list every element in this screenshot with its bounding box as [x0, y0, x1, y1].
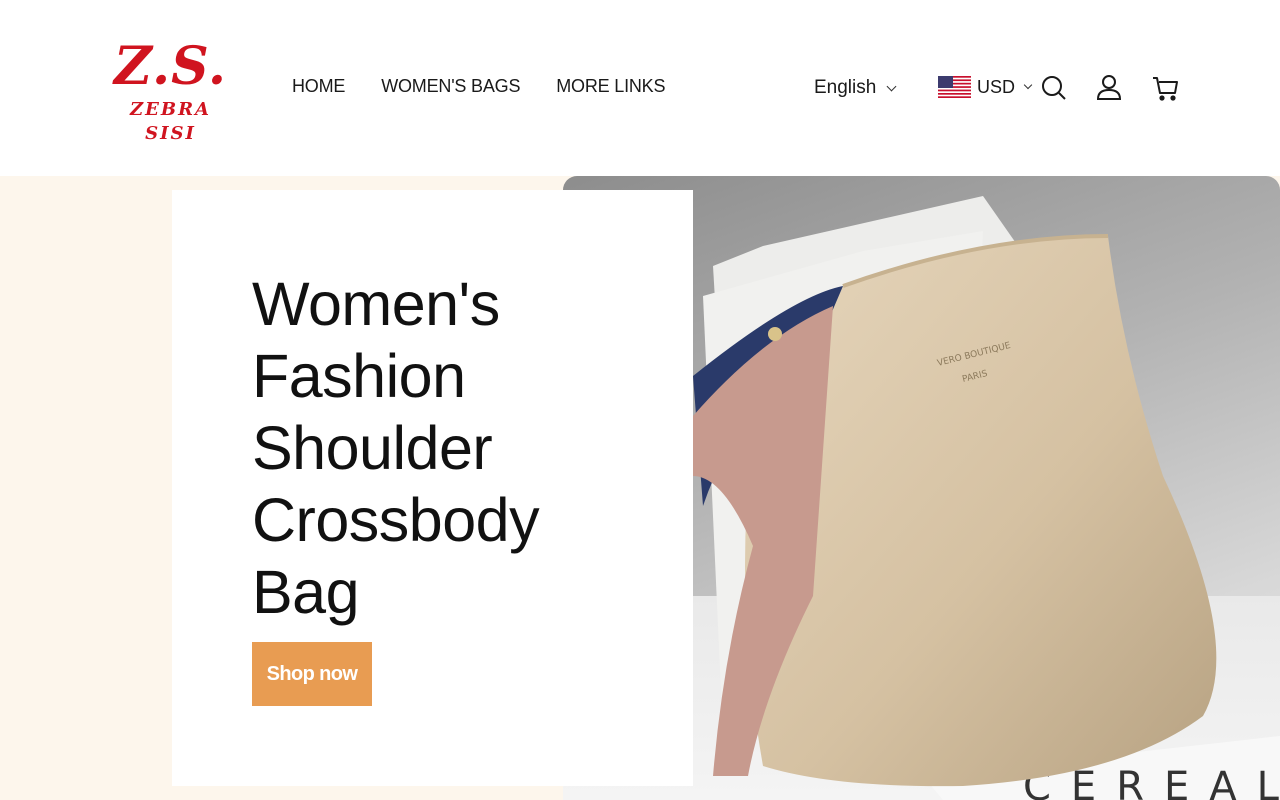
currency-label: USD	[977, 76, 1016, 97]
language-label: English	[814, 77, 877, 98]
us-flag-icon	[938, 76, 971, 98]
hero-title: Women's Fashion Shoulder Crossbody Bag	[252, 270, 540, 626]
search-icon[interactable]	[1040, 74, 1068, 102]
site-header: Z.S. ZEBRA SISI HOME WOMEN'S BAGS MORE L…	[0, 0, 1280, 176]
language-selector[interactable]: English	[814, 77, 897, 99]
nav-item-more-links[interactable]: MORE LINKS	[556, 76, 665, 97]
nav-item-womens-bags[interactable]: WOMEN'S BAGS	[381, 76, 520, 97]
logo-wordmark: ZEBRA SISI	[130, 99, 211, 144]
account-icon[interactable]	[1096, 74, 1124, 102]
chevron-down-icon	[886, 81, 897, 91]
hero-card: Women's Fashion Shoulder Crossbody Bag S…	[172, 190, 693, 786]
shop-now-button[interactable]: Shop now	[252, 642, 372, 706]
logo-mark: Z.S.	[114, 36, 227, 97]
currency-selector[interactable]: USD	[938, 76, 1033, 98]
nav-item-home[interactable]: HOME	[292, 76, 345, 97]
brand-logo[interactable]: Z.S. ZEBRA SISI	[108, 36, 233, 144]
hero-banner: CEREAL VERO BOUTIQUE PARIS Women's Fashi…	[0, 176, 1280, 800]
main-nav: HOME WOMEN'S BAGS MORE LINKS	[292, 76, 665, 97]
cart-icon[interactable]	[1152, 74, 1180, 102]
chevron-down-icon	[1023, 80, 1033, 90]
